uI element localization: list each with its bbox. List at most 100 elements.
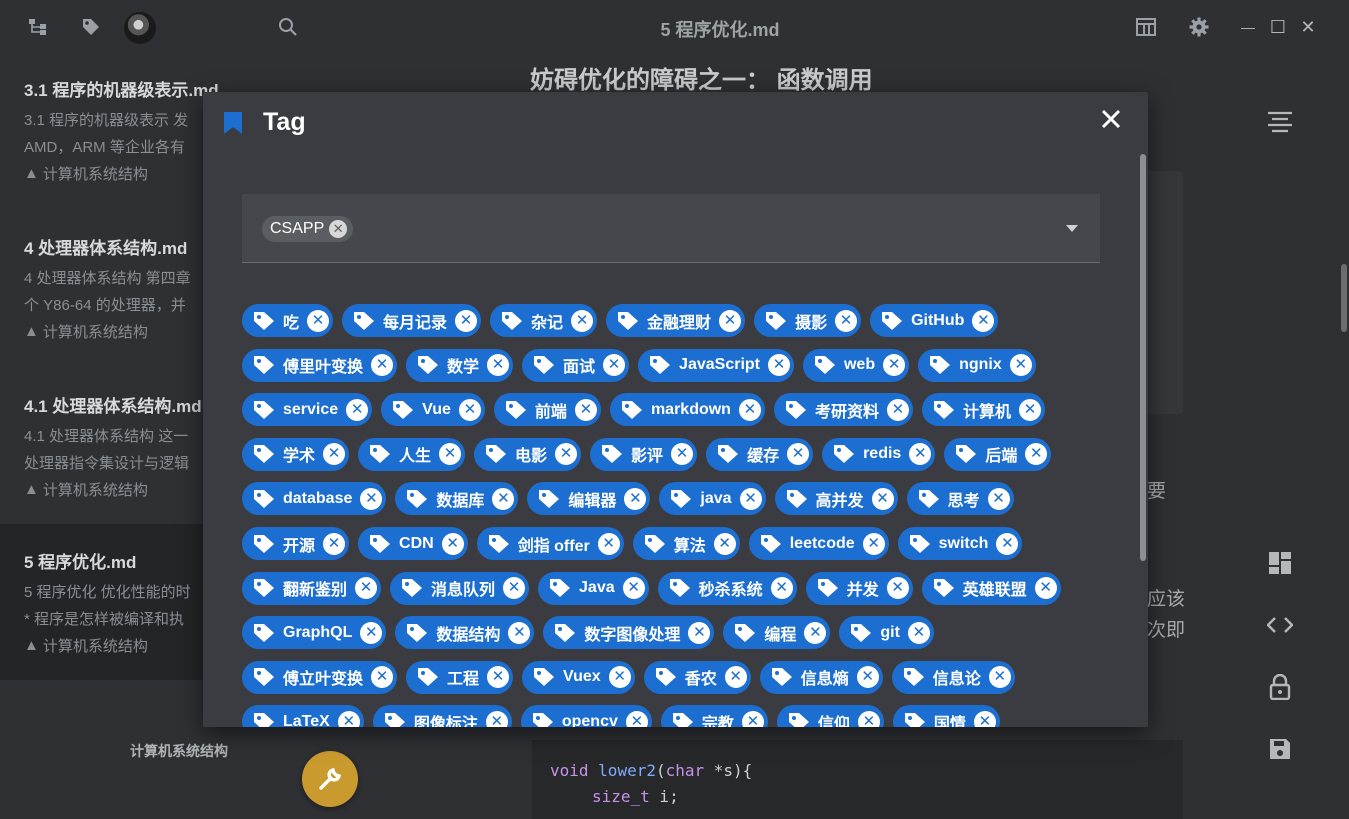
tag-remove-button[interactable]: ✕ (987, 487, 1010, 510)
tag-remove-button[interactable]: ✕ (608, 666, 631, 689)
tag-option[interactable]: 英雄联盟 ✕ (921, 571, 1061, 605)
tag-option[interactable]: 计算机 ✕ (921, 393, 1045, 427)
tag-remove-button[interactable]: ✕ (988, 666, 1011, 689)
tag-option[interactable]: 数据结构 ✕ (395, 616, 535, 650)
tag-option[interactable]: 香农 ✕ (643, 660, 751, 694)
tag-option[interactable]: web ✕ (802, 348, 910, 382)
tag-option[interactable]: 信息论 ✕ (891, 660, 1015, 694)
tag-remove-button[interactable]: ✕ (671, 443, 694, 466)
tag-option[interactable]: 后端 ✕ (944, 437, 1052, 471)
tag-option[interactable]: 工程 ✕ (406, 660, 514, 694)
avatar[interactable] (124, 12, 156, 44)
tag-remove-button[interactable]: ✕ (787, 443, 810, 466)
tag-option[interactable]: 信息熵 ✕ (759, 660, 883, 694)
tag-remove-button[interactable]: ✕ (973, 710, 996, 727)
tag-remove-button[interactable]: ✕ (1025, 443, 1048, 466)
tag-option[interactable]: leetcode ✕ (748, 527, 889, 560)
tag-option[interactable]: Vuex ✕ (522, 660, 635, 694)
tag-option[interactable]: redis ✕ (822, 437, 936, 471)
tag-option[interactable]: 秒杀系统 ✕ (657, 571, 797, 605)
gear-icon[interactable] (1186, 14, 1212, 40)
tag-remove-button[interactable]: ✕ (624, 487, 647, 510)
tag-option[interactable]: 编程 ✕ (723, 616, 831, 650)
tag-option[interactable]: 傅里叶变换 ✕ (242, 348, 398, 382)
tag-option[interactable]: 人生 ✕ (358, 437, 466, 471)
tag-option[interactable]: 每月记录 ✕ (342, 304, 482, 337)
dashboard-icon[interactable] (1265, 548, 1295, 578)
tag-option[interactable]: 学术 ✕ (242, 437, 350, 471)
tag-remove-button[interactable]: ✕ (307, 309, 330, 332)
tag-remove-button[interactable]: ✕ (323, 443, 346, 466)
tag-option[interactable]: 国情 ✕ (892, 705, 1000, 727)
tag-option[interactable]: 前端 ✕ (493, 393, 601, 427)
tag-option[interactable]: 宗教 ✕ (660, 705, 768, 727)
dialog-scrollbar[interactable] (1140, 154, 1146, 561)
tag-remove-button[interactable]: ✕ (441, 532, 464, 555)
tag-remove-button[interactable]: ✕ (458, 398, 481, 421)
tag-remove-button[interactable]: ✕ (355, 577, 378, 600)
tag-remove-button[interactable]: ✕ (724, 666, 747, 689)
tag-remove-button[interactable]: ✕ (371, 354, 394, 377)
tag-option[interactable]: CDN ✕ (358, 527, 468, 560)
tag-remove-button[interactable]: ✕ (323, 532, 346, 555)
tag-option[interactable]: 算法 ✕ (632, 527, 740, 560)
tag-remove-button[interactable]: ✕ (487, 354, 510, 377)
tag-remove-button[interactable]: ✕ (738, 398, 761, 421)
tag-remove-button[interactable]: ✕ (767, 354, 790, 377)
tag-option[interactable]: 杂记 ✕ (490, 304, 598, 337)
tools-fab-button[interactable] (302, 751, 358, 807)
tag-remove-button[interactable]: ✕ (503, 577, 526, 600)
tag-option[interactable]: 翻新鉴别 ✕ (242, 571, 382, 605)
tag-remove-button[interactable]: ✕ (485, 710, 508, 727)
tag-remove-button[interactable]: ✕ (886, 577, 909, 600)
tag-option[interactable]: markdown ✕ (609, 393, 765, 427)
tag-remove-button[interactable]: ✕ (455, 309, 478, 332)
save-icon[interactable] (1265, 734, 1295, 764)
tag-option[interactable]: database ✕ (242, 482, 387, 516)
tag-option[interactable]: 高并发 ✕ (774, 482, 898, 516)
tag-option[interactable]: opencv ✕ (520, 705, 652, 727)
code-icon[interactable] (1265, 610, 1295, 640)
tag-remove-button[interactable]: ✕ (713, 532, 736, 555)
tag-remove-button[interactable]: ✕ (996, 532, 1019, 555)
tag-remove-button[interactable]: ✕ (907, 621, 930, 644)
tag-option[interactable]: 图像标注 ✕ (372, 705, 512, 727)
tag-option[interactable]: Java ✕ (538, 571, 649, 605)
tag-option[interactable]: 缓存 ✕ (706, 437, 814, 471)
tag-option[interactable]: 吃 ✕ (242, 304, 334, 337)
tag-option[interactable]: service ✕ (242, 393, 373, 427)
tree-icon[interactable] (25, 14, 51, 40)
tag-remove-button[interactable]: ✕ (835, 309, 858, 332)
tag-remove-button[interactable]: ✕ (337, 710, 360, 727)
tag-remove-button[interactable]: ✕ (622, 577, 645, 600)
tag-option[interactable]: ngnix ✕ (918, 348, 1036, 382)
tag-option[interactable]: 开源 ✕ (242, 527, 350, 560)
tag-option[interactable]: switch ✕ (897, 527, 1023, 560)
tag-option[interactable]: 信仰 ✕ (776, 705, 884, 727)
tag-option[interactable]: 剑指 offer ✕ (476, 527, 624, 560)
tag-remove-button[interactable]: ✕ (862, 532, 885, 555)
tag-option[interactable]: 金融理财 ✕ (606, 304, 746, 337)
tag-remove-button[interactable]: ✕ (574, 398, 597, 421)
tag-option[interactable]: GraphQL ✕ (242, 616, 387, 650)
tag-remove-button[interactable]: ✕ (1009, 354, 1032, 377)
tag-remove-button[interactable]: ✕ (346, 398, 369, 421)
tag-remove-button[interactable]: ✕ (371, 666, 394, 689)
tag-remove-button[interactable]: ✕ (508, 621, 531, 644)
tag-remove-button[interactable]: ✕ (883, 354, 906, 377)
tag-remove-button[interactable]: ✕ (886, 398, 909, 421)
tag-remove-button[interactable]: ✕ (741, 710, 764, 727)
tag-remove-button[interactable]: ✕ (571, 309, 594, 332)
close-dialog-button[interactable] (1098, 108, 1124, 134)
chevron-down-icon[interactable] (1066, 225, 1078, 232)
editor-scrollbar[interactable] (1341, 264, 1347, 332)
tag-option[interactable]: 考研资料 ✕ (773, 393, 913, 427)
tag-remove-button[interactable]: ✕ (688, 621, 711, 644)
tag-option[interactable]: 电影 ✕ (474, 437, 582, 471)
tag-option[interactable]: 数据库 ✕ (395, 482, 519, 516)
tag-option[interactable]: java ✕ (659, 482, 766, 516)
tag-remove-button[interactable]: ✕ (871, 487, 894, 510)
tag-option[interactable]: git ✕ (839, 616, 934, 650)
tag-remove-button[interactable]: ✕ (360, 621, 383, 644)
tag-option[interactable]: 数字图像处理 ✕ (543, 616, 715, 650)
